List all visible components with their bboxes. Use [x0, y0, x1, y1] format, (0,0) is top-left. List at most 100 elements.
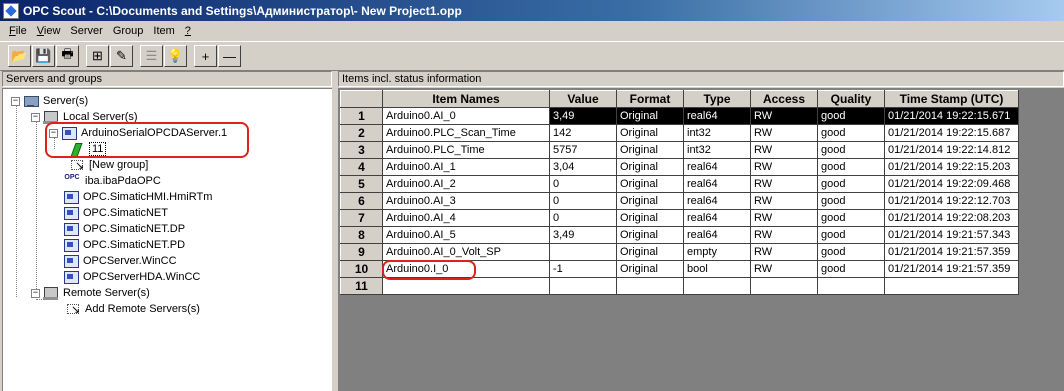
browse-button[interactable]: ☰	[140, 45, 163, 67]
cell-quality[interactable]: good	[817, 260, 885, 278]
tree-server-item[interactable]: OPCServerHDA.WinCC	[63, 269, 200, 285]
save-disk-button[interactable]: 💾	[32, 45, 55, 67]
row-number[interactable]: 4	[340, 158, 383, 176]
cell-format[interactable]: Original	[616, 243, 684, 261]
cell-time[interactable]: 01/21/2014 19:22:15.671	[884, 107, 1019, 125]
row-number[interactable]: 7	[340, 209, 383, 227]
cell-value[interactable]: 5757	[549, 141, 617, 159]
cell-time[interactable]: 01/21/2014 19:22:15.203	[884, 158, 1019, 176]
cell-type[interactable]: empty	[683, 243, 751, 261]
cell-time[interactable]	[884, 277, 1019, 295]
open-folder-button[interactable]: 📂	[8, 45, 31, 67]
cell-time[interactable]: 01/21/2014 19:21:57.359	[884, 243, 1019, 261]
cell-format[interactable]: Original	[616, 209, 684, 227]
cell-quality[interactable]: good	[817, 124, 885, 142]
cell-access[interactable]: RW	[750, 260, 818, 278]
cell-type[interactable]: real64	[683, 175, 751, 193]
tree-server-item[interactable]: OPC.SimaticNET.PD	[63, 237, 185, 253]
cell-name[interactable]: Arduino0.AI_0_Volt_SP	[382, 243, 550, 261]
row-number[interactable]: 10	[340, 260, 383, 278]
cell-time[interactable]: 01/21/2014 19:22:08.203	[884, 209, 1019, 227]
cell-name[interactable]: Arduino0.PLC_Scan_Time	[382, 124, 550, 142]
cell-type[interactable]: real64	[683, 192, 751, 210]
row-number[interactable]: 6	[340, 192, 383, 210]
cell-value[interactable]: 142	[549, 124, 617, 142]
server-tree[interactable]: − Server(s) − Local Server(s) − ArduinoS…	[2, 88, 332, 391]
cell-time[interactable]: 01/21/2014 19:22:09.468	[884, 175, 1019, 193]
lightbulb-button[interactable]: 💡	[164, 45, 187, 67]
cell-name[interactable]: Arduino0.AI_4	[382, 209, 550, 227]
cell-quality[interactable]: good	[817, 209, 885, 227]
menu-server[interactable]: Server	[65, 25, 107, 37]
cell-access[interactable]: RW	[750, 141, 818, 159]
column-header[interactable]: Value	[549, 90, 617, 108]
table-row[interactable]: 6 Arduino0.AI_3 0 Original real64 RW good 01/21…	[340, 192, 1019, 210]
table-row[interactable]: 1 Arduino0.AI_0 3,49 Original real64 RW good 01…	[340, 107, 1019, 125]
cell-access[interactable]: RW	[750, 175, 818, 193]
cell-quality[interactable]: good	[817, 226, 885, 244]
collapse-toggle[interactable]: −	[11, 96, 20, 106]
menu-help[interactable]: ?	[180, 25, 196, 37]
plus-button[interactable]: +	[194, 45, 217, 67]
cell-type[interactable]: bool	[683, 260, 751, 278]
row-number[interactable]: 5	[340, 175, 383, 193]
table-row[interactable]: 9 Arduino0.AI_0_Volt_SP Original empty RW goo…	[340, 243, 1019, 261]
cell-access[interactable]: RW	[750, 107, 818, 125]
cell-time[interactable]: 01/21/2014 19:22:12.703	[884, 192, 1019, 210]
cell-access[interactable]: RW	[750, 124, 818, 142]
cell-format[interactable]: Original	[616, 124, 684, 142]
cell-value[interactable]: 3,49	[549, 107, 617, 125]
add-item-button[interactable]: ✎	[110, 45, 133, 67]
table-row[interactable]: 4 Arduino0.AI_1 3,04 Original real64 RW good 01…	[340, 158, 1019, 176]
column-header[interactable]: Format	[616, 90, 684, 108]
table-row[interactable]: 11	[340, 277, 1019, 295]
cell-quality[interactable]: good	[817, 192, 885, 210]
cell-access[interactable]: RW	[750, 192, 818, 210]
menu-view[interactable]: View	[32, 25, 66, 37]
column-header[interactable]: Quality	[817, 90, 885, 108]
cell-name[interactable]: Arduino0.AI_1	[382, 158, 550, 176]
cell-format[interactable]: Original	[616, 260, 684, 278]
menu-item[interactable]: Item	[148, 25, 179, 37]
cell-value[interactable]: 0	[549, 192, 617, 210]
cell-time[interactable]: 01/21/2014 19:21:57.359	[884, 260, 1019, 278]
cell-quality[interactable]	[817, 277, 885, 295]
cell-type[interactable]: real64	[683, 107, 751, 125]
cell-time[interactable]: 01/21/2014 19:21:57.343	[884, 226, 1019, 244]
column-header[interactable]: Access	[750, 90, 818, 108]
tree-add-remote-servers[interactable]: Add Remote Servers(s)	[65, 301, 200, 317]
minus-button[interactable]: —	[218, 45, 241, 67]
cell-type[interactable]: int32	[683, 124, 751, 142]
tree-server-item[interactable]: OPC.SimaticNET.DP	[63, 221, 185, 237]
cell-access[interactable]: RW	[750, 243, 818, 261]
column-header[interactable]: Type	[683, 90, 751, 108]
cell-name[interactable]: Arduino0.PLC_Time	[382, 141, 550, 159]
cell-value[interactable]: 0	[549, 175, 617, 193]
menu-group[interactable]: Group	[108, 25, 149, 37]
cell-value[interactable]: -1	[549, 260, 617, 278]
cell-value[interactable]: 3,49	[549, 226, 617, 244]
cell-access[interactable]: RW	[750, 158, 818, 176]
column-header[interactable]: Time Stamp (UTC)	[884, 90, 1019, 108]
tree-root-servers[interactable]: − Server(s)	[11, 93, 88, 109]
cell-type[interactable]: real64	[683, 226, 751, 244]
table-row[interactable]: 5 Arduino0.AI_2 0 Original real64 RW good 01/21…	[340, 175, 1019, 193]
table-row[interactable]: 7 Arduino0.AI_4 0 Original real64 RW good 01/21…	[340, 209, 1019, 227]
cell-value[interactable]	[549, 277, 617, 295]
cell-format[interactable]: Original	[616, 226, 684, 244]
cell-value[interactable]: 3,04	[549, 158, 617, 176]
row-number[interactable]: 11	[340, 277, 383, 295]
corner-header[interactable]	[340, 90, 383, 108]
cell-quality[interactable]: good	[817, 107, 885, 125]
collapse-toggle[interactable]: −	[31, 288, 40, 298]
cell-name[interactable]: Arduino0.AI_3	[382, 192, 550, 210]
cell-time[interactable]: 01/21/2014 19:22:15.687	[884, 124, 1019, 142]
tree-server-item[interactable]: OPC.SimaticNET	[63, 205, 168, 221]
table-row[interactable]: 8 Arduino0.AI_5 3,49 Original real64 RW good 01…	[340, 226, 1019, 244]
print-button[interactable]: 🖶	[56, 45, 79, 67]
cell-access[interactable]: RW	[750, 209, 818, 227]
cell-quality[interactable]: good	[817, 175, 885, 193]
cell-quality[interactable]: good	[817, 158, 885, 176]
column-header[interactable]: Item Names	[382, 90, 550, 108]
cell-access[interactable]	[750, 277, 818, 295]
